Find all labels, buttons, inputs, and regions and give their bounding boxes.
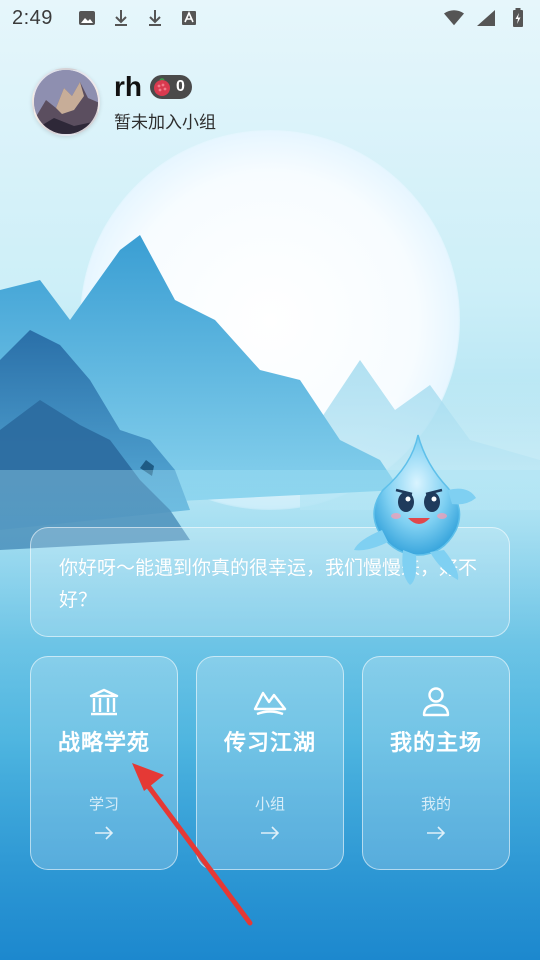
avatar-image	[34, 70, 98, 134]
card-title: 战略学苑	[57, 731, 150, 756]
image-icon	[77, 8, 97, 28]
signal-icon	[476, 8, 496, 28]
arrow-right-icon	[95, 826, 114, 840]
card-training-jianghu[interactable]: 传习江湖 小组	[196, 656, 344, 870]
badge-count: 0	[176, 77, 185, 95]
points-badge: 0	[150, 74, 192, 99]
download-icon	[145, 8, 165, 28]
bank-icon	[87, 685, 121, 719]
download-icon	[111, 8, 131, 28]
arrow-right-icon	[427, 826, 446, 840]
card-subtitle: 学习	[88, 795, 119, 813]
card-title: 我的主场	[389, 731, 482, 756]
card-strategy-academy[interactable]: 战略学苑 学习	[30, 656, 178, 870]
profile-header[interactable]: rh 0 暂未加入小组	[32, 68, 216, 136]
username: rh	[114, 70, 142, 102]
water-drop-mascot	[354, 434, 476, 585]
card-title: 传习江湖	[223, 731, 316, 756]
card-my-home[interactable]: 我的主场 我的	[362, 656, 510, 870]
card-subtitle: 小组	[254, 795, 285, 813]
status-time: 2:49	[12, 6, 53, 29]
arrow-right-icon	[261, 826, 280, 840]
status-bar: 2:49	[0, 0, 540, 36]
raspberry-icon	[152, 77, 172, 97]
avatar[interactable]	[32, 68, 100, 136]
wifi-icon	[444, 8, 464, 28]
battery-charging-icon	[508, 8, 528, 28]
feature-cards: 战略学苑 学习 传习江湖 小组 我的主场 我的	[30, 656, 510, 870]
font-icon	[179, 8, 199, 28]
card-subtitle: 我的	[420, 795, 451, 813]
group-status: 暂未加入小组	[114, 112, 216, 133]
user-icon	[419, 685, 453, 719]
mountain-icon	[253, 685, 287, 719]
